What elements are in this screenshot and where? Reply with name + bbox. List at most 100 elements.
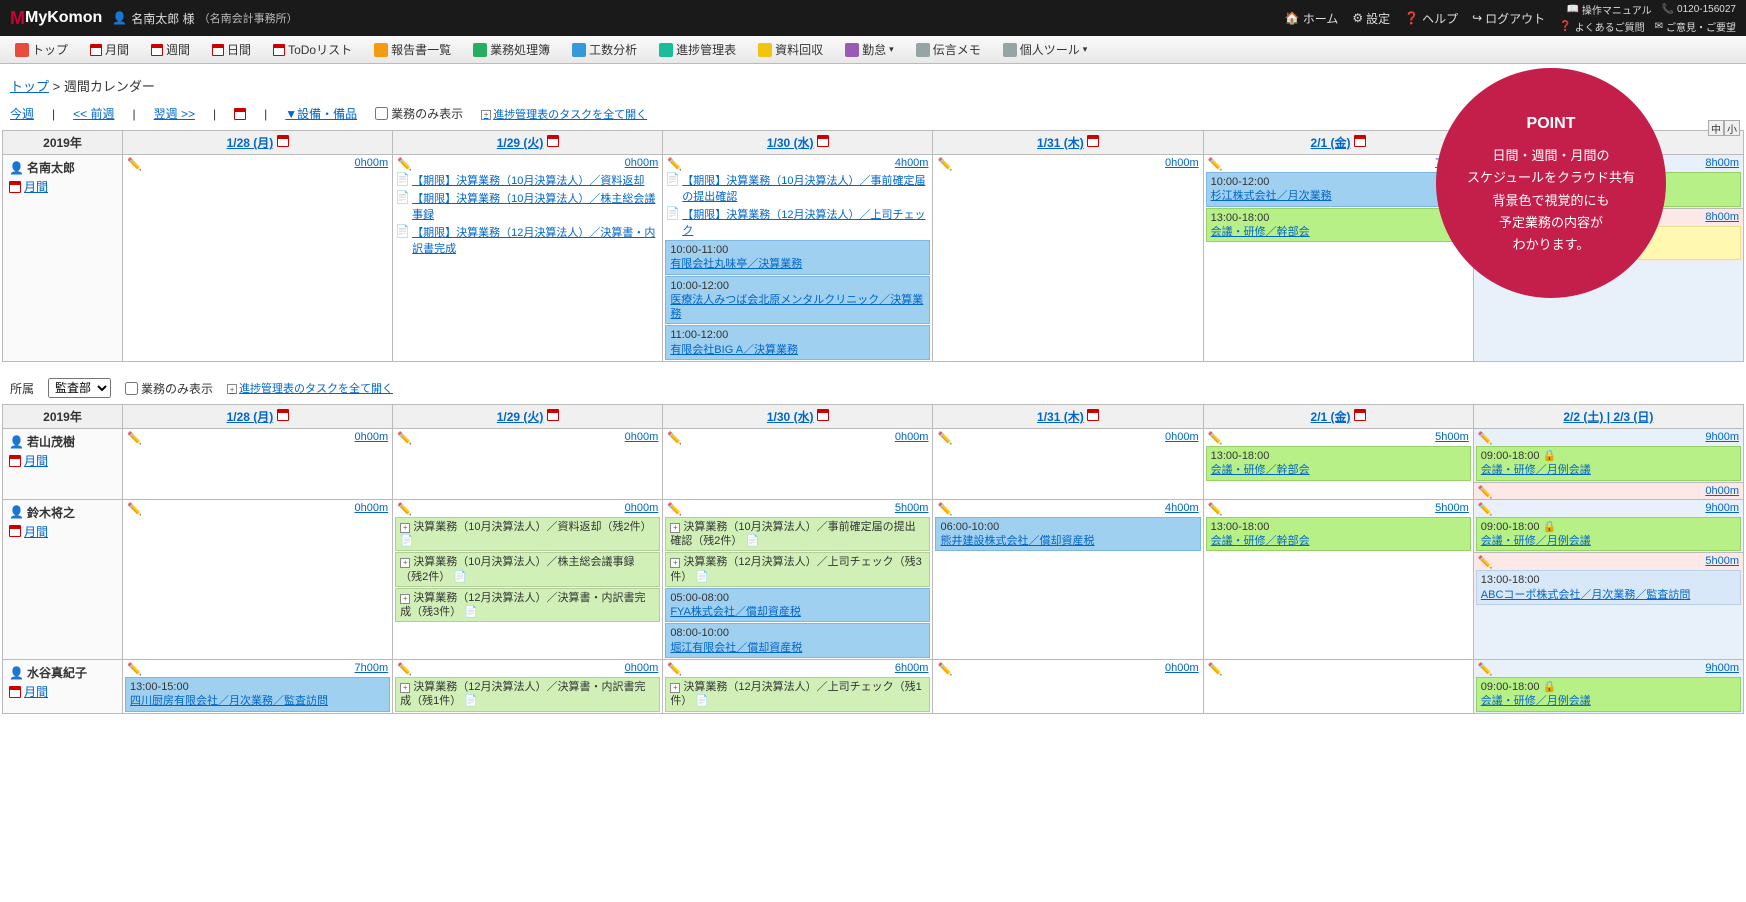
event[interactable]: 13:00-15:00四川厨房有限会社／月次業務／監査訪問 (125, 677, 390, 712)
deadline-link[interactable]: 【期限】決算業務（12月決算法人）／上司チェック (682, 206, 930, 238)
month-link[interactable]: 月間 (9, 452, 116, 469)
event[interactable]: 13:00-18:00会議・研修／幹部会 (1206, 517, 1471, 552)
day-header[interactable]: 1/30 (水) (767, 136, 814, 150)
day-header[interactable]: 1/31 (木) (1037, 136, 1084, 150)
event[interactable]: 10:00-11:00有限会社丸味亭／決算業務 (665, 240, 930, 275)
day-header[interactable]: 2/1 (金) (1311, 410, 1351, 424)
pencil-icon[interactable]: ✏️ (1208, 431, 1220, 443)
event[interactable]: 11:00-12:00有限会社BIG A／決算業務 (665, 325, 930, 360)
pencil-icon[interactable]: ✏️ (1208, 502, 1220, 514)
pencil-icon[interactable]: ✏️ (937, 502, 949, 514)
equipment-link[interactable]: ▼設備・備品 (285, 105, 357, 122)
feedback-link[interactable]: ✉ご意見・ご要望 (1655, 19, 1736, 34)
task-item[interactable]: + 決算業務（10月決算法人）／資料返却（残2件） 📄 (395, 517, 660, 552)
pencil-icon[interactable]: ✏️ (1478, 502, 1490, 514)
plus-icon[interactable]: + (400, 683, 410, 693)
pencil-icon[interactable]: ✏️ (127, 157, 139, 169)
day-header[interactable]: 2/2 (土) | 2/3 (日) (1563, 410, 1653, 424)
pencil-icon[interactable]: ✏️ (1478, 485, 1490, 497)
prev-week-link[interactable]: << 前週 (73, 105, 114, 122)
tab-workbook[interactable]: 業務処理簿 (464, 37, 559, 62)
faq-link[interactable]: ❓よくあるご質問 (1559, 19, 1644, 34)
manual-link[interactable]: 📖操作マニュアル (1566, 2, 1651, 17)
size-mid[interactable]: 中 (1708, 120, 1724, 136)
expand-tasks-link[interactable]: +進捗管理表のタスクを全て開く (481, 106, 647, 122)
calendar-icon[interactable] (1087, 409, 1099, 421)
calendar-picker-icon[interactable] (234, 108, 246, 120)
task-only-checkbox-2[interactable]: 業務のみ表示 (125, 380, 213, 397)
event[interactable]: 09:00-18:00 🔒会議・研修／月例会議 (1476, 446, 1741, 481)
task-item[interactable]: + 決算業務（12月決算法人）／決算書・内訳書完成（残1件） 📄 (395, 677, 660, 712)
calendar-icon[interactable] (817, 409, 829, 421)
tab-weekly[interactable]: 週間 (142, 37, 199, 62)
event[interactable]: 10:00-12:00医療法人みつば会北原メンタルクリニック／決算業務 (665, 276, 930, 325)
expand-tasks-link-2[interactable]: +進捗管理表のタスクを全て開く (227, 380, 393, 396)
pencil-icon[interactable]: ✏️ (937, 662, 949, 674)
task-item[interactable]: + 決算業務（12月決算法人）／上司チェック（残3件） 📄 (665, 552, 930, 587)
tab-top[interactable]: トップ (6, 37, 77, 62)
pencil-icon[interactable]: ✏️ (397, 662, 409, 674)
day-header[interactable]: 1/28 (月) (227, 136, 274, 150)
month-link[interactable]: 月間 (9, 178, 116, 195)
deadline-link[interactable]: 【期限】決算業務（10月決算法人）／資料返却 (412, 172, 644, 188)
pencil-icon[interactable]: ✏️ (127, 662, 139, 674)
pencil-icon[interactable]: ✏️ (127, 431, 139, 443)
size-small[interactable]: 小 (1724, 120, 1740, 136)
hours-link[interactable]: 8h00m (1705, 157, 1739, 169)
deadline-link[interactable]: 【期限】決算業務（12月決算法人）／決算書・内訳書完成 (412, 224, 660, 256)
settings-link[interactable]: ⚙設定 (1352, 10, 1390, 27)
month-link[interactable]: 月間 (9, 683, 116, 700)
tab-monthly[interactable]: 月間 (81, 37, 138, 62)
event[interactable]: 10:00-12:00杉江株式会社／月次業務 (1206, 172, 1471, 207)
calendar-icon[interactable] (277, 409, 289, 421)
breadcrumb-top[interactable]: トップ (10, 79, 49, 94)
day-header[interactable]: 2/1 (金) (1311, 136, 1351, 150)
tab-progress[interactable]: 進捗管理表 (650, 37, 745, 62)
event[interactable]: 13:00-18:00会議・研修／幹部会 (1206, 208, 1471, 243)
hours-link[interactable]: 4h00m (895, 157, 929, 169)
home-link[interactable]: 🏠ホーム (1285, 10, 1339, 27)
tab-collect[interactable]: 資料回収 (749, 37, 832, 62)
event[interactable]: 13:00-18:00会議・研修／幹部会 (1206, 446, 1471, 481)
hours-link[interactable]: 8h00m (1705, 211, 1739, 223)
logout-link[interactable]: ↪ログアウト (1472, 10, 1545, 27)
calendar-icon[interactable] (1087, 135, 1099, 147)
pencil-icon[interactable]: ✏️ (127, 502, 139, 514)
plus-icon[interactable]: + (670, 683, 680, 693)
pencil-icon[interactable]: ✏️ (397, 431, 409, 443)
task-item[interactable]: + 決算業務（12月決算法人）／上司チェック（残1件） 📄 (665, 677, 930, 712)
pencil-icon[interactable]: ✏️ (667, 431, 679, 443)
hours-link[interactable]: 0h00m (1165, 157, 1199, 169)
task-item[interactable]: + 決算業務（10月決算法人）／事前確定届の提出確認（残2件） 📄 (665, 517, 930, 552)
event[interactable]: 09:00-18:00 🔒会議・研修／月例会議 (1476, 517, 1741, 552)
tab-analysis[interactable]: 工数分析 (563, 37, 646, 62)
tab-todo[interactable]: ToDoリスト (264, 37, 361, 62)
this-week-link[interactable]: 今週 (10, 105, 34, 122)
pencil-icon[interactable]: ✏️ (1478, 431, 1490, 443)
tab-tools[interactable]: 個人ツール▾ (994, 37, 1097, 62)
event[interactable]: 09:00-18:00 🔒会議・研修／月例会議 (1476, 677, 1741, 712)
hours-link[interactable]: 0h00m (355, 157, 389, 169)
calendar-icon[interactable] (547, 409, 559, 421)
deadline-link[interactable]: 【期限】決算業務（10月決算法人）／事前確定届の提出確認 (682, 172, 930, 204)
day-header[interactable]: 1/31 (木) (1037, 410, 1084, 424)
plus-icon[interactable]: + (670, 558, 680, 568)
pencil-icon[interactable]: ✏️ (667, 157, 679, 169)
event[interactable]: 08:00-10:00堀江有限会社／償却資産税 (665, 623, 930, 658)
calendar-icon[interactable] (277, 135, 289, 147)
pencil-icon[interactable]: ✏️ (1478, 662, 1490, 674)
pencil-icon[interactable]: ✏️ (937, 431, 949, 443)
task-item[interactable]: + 決算業務（10月決算法人）／株主総会議事録（残2件） 📄 (395, 552, 660, 587)
help-link[interactable]: ❓ヘルプ (1404, 10, 1458, 27)
plus-icon[interactable]: + (670, 523, 680, 533)
department-select[interactable]: 監査部 (48, 378, 111, 398)
tab-memo[interactable]: 伝言メモ (907, 37, 990, 62)
tab-daily[interactable]: 日間 (203, 37, 260, 62)
day-header[interactable]: 1/30 (水) (767, 410, 814, 424)
event[interactable]: 06:00-10:00熊井建設株式会社／償却資産税 (935, 517, 1200, 552)
pencil-icon[interactable]: ✏️ (1478, 555, 1490, 567)
plus-icon[interactable]: + (400, 558, 410, 568)
day-header[interactable]: 1/29 (火) (497, 410, 544, 424)
day-header[interactable]: 1/28 (月) (227, 410, 274, 424)
tab-reports[interactable]: 報告書一覧 (365, 37, 460, 62)
